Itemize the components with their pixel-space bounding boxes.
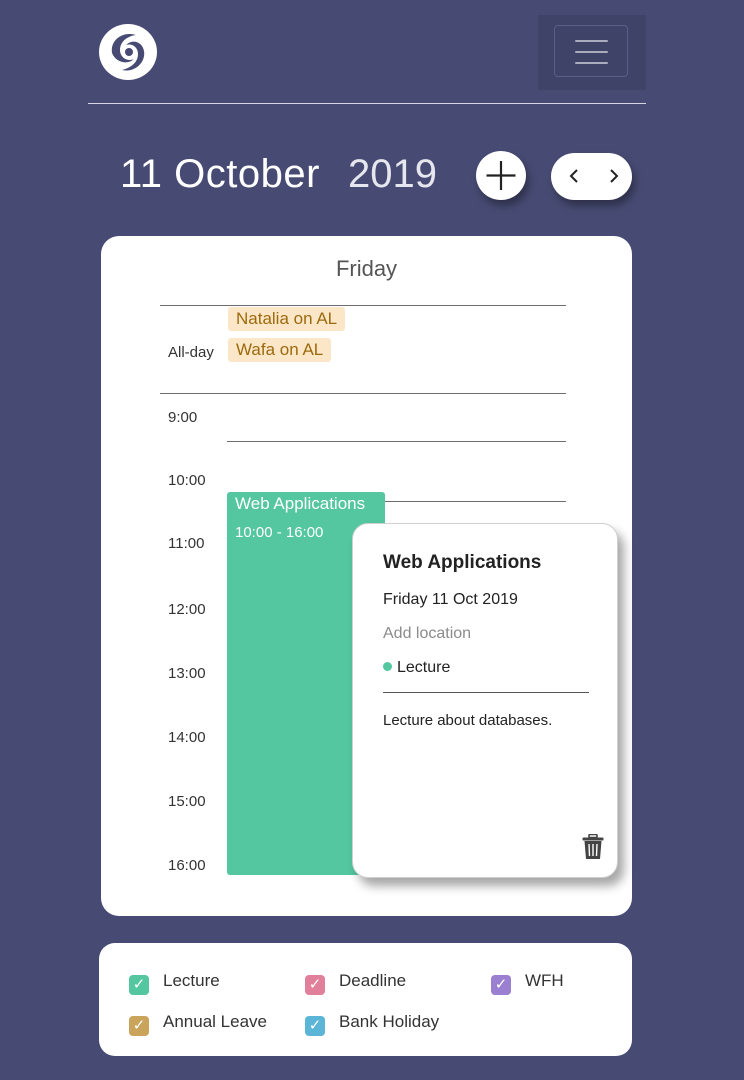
trash-icon[interactable] <box>582 834 604 860</box>
legend-item-annual-leave[interactable]: ✓ Annual Leave <box>129 1012 267 1036</box>
hamburger-menu-button[interactable] <box>554 25 628 77</box>
popup-date: Friday 11 Oct 2019 <box>383 591 518 608</box>
swirl-logo-icon[interactable] <box>98 23 158 81</box>
allday-bottom-rule <box>160 393 566 394</box>
date-navigation <box>551 153 632 200</box>
legend-item-lecture[interactable]: ✓ Lecture <box>129 971 220 995</box>
legend-item-deadline[interactable]: ✓ Deadline <box>305 971 406 995</box>
current-date: 11 October <box>120 152 320 196</box>
category-label: Lecture <box>397 659 451 676</box>
event-time: 10:00 - 16:00 <box>235 524 324 541</box>
hour-label: 12:00 <box>168 601 206 618</box>
current-year: 2019 <box>348 152 437 196</box>
event-title: Web Applications <box>235 494 366 513</box>
hour-label: 16:00 <box>168 857 206 874</box>
add-location-field[interactable]: Add location <box>383 625 471 643</box>
hour-label: 13:00 <box>168 665 206 682</box>
popup-description: Lecture about databases. <box>383 712 553 729</box>
header-divider <box>88 103 646 104</box>
hamburger-menu-icon <box>575 40 608 42</box>
checkbox-icon[interactable]: ✓ <box>305 975 325 995</box>
allday-top-rule <box>160 305 566 306</box>
hour-label: 15:00 <box>168 793 206 810</box>
checkbox-icon[interactable]: ✓ <box>129 975 149 995</box>
chevron-left-icon[interactable] <box>563 164 587 188</box>
hour-label: 9:00 <box>168 409 198 426</box>
allday-label: All-day <box>168 344 214 361</box>
legend-item-wfh[interactable]: ✓ WFH <box>491 971 564 995</box>
day-calendar: Friday Natalia on AL Wafa on AL All-day … <box>101 236 632 916</box>
popup-divider <box>383 692 589 693</box>
hour-rule <box>227 441 566 442</box>
checkbox-icon[interactable]: ✓ <box>491 975 511 995</box>
chevron-right-icon[interactable] <box>601 164 625 188</box>
day-title: Friday <box>335 256 398 281</box>
popup-title: Web Applications <box>383 552 542 573</box>
legend-item-bank-holiday[interactable]: ✓ Bank Holiday <box>305 1012 439 1036</box>
hour-label: 11:00 <box>168 535 205 552</box>
plus-icon <box>486 161 516 190</box>
hour-label: 14:00 <box>168 729 206 746</box>
allday-event[interactable]: Natalia on AL <box>228 307 346 331</box>
allday-event[interactable]: Wafa on AL <box>228 338 332 362</box>
checkbox-icon[interactable]: ✓ <box>305 1016 325 1036</box>
add-event-button[interactable] <box>476 151 526 200</box>
popup-category: Lecture <box>383 659 450 677</box>
menu-container <box>538 15 646 90</box>
hour-label: 10:00 <box>168 472 206 489</box>
category-legend: ✓ Lecture ✓ Deadline ✓ WFH ✓ Annual Leave ✓ B… <box>99 943 632 1056</box>
checkbox-icon[interactable]: ✓ <box>129 1016 149 1036</box>
category-dot <box>383 662 392 671</box>
event-details-popup: Web Applications Friday 11 Oct 2019 Add … <box>352 523 618 878</box>
